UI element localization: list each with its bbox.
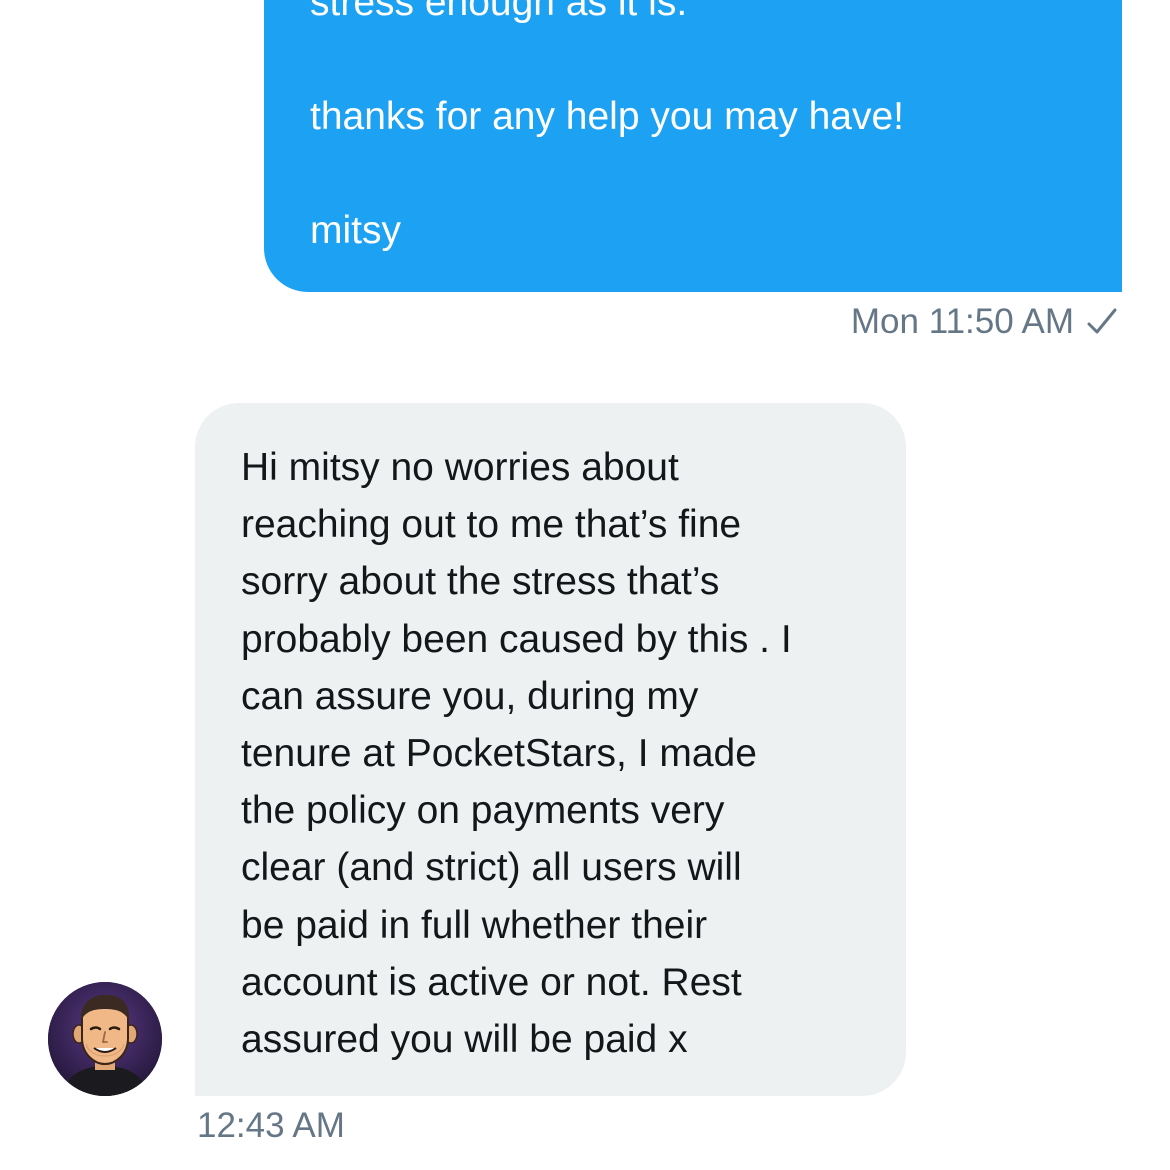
received-message-bubble[interactable]: Hi mitsy no worries about reaching out t… xyxy=(195,403,906,1096)
received-message-line: account is active or not. Rest xyxy=(241,960,742,1004)
sent-message-clipped-line: stress enough as it is. xyxy=(310,0,688,24)
received-message-line: reaching out to me that’s fine xyxy=(241,503,742,547)
received-message-line: assured you will be paid x xyxy=(241,1017,688,1061)
sent-message-thanks-line: thanks for any help you may have! xyxy=(310,95,905,138)
received-message-line: Hi mitsy no worries about xyxy=(241,446,679,489)
sent-message-signature: mitsy xyxy=(310,209,401,252)
checkmark-icon xyxy=(1086,306,1118,338)
received-message-line: be paid in full whether their xyxy=(241,903,708,947)
received-message-line: tenure at PocketStars, I made xyxy=(241,731,757,775)
sent-message-bubble[interactable]: stress enough as it is. thanks for any h… xyxy=(264,0,1122,292)
sender-avatar[interactable] xyxy=(48,982,162,1096)
sent-message-timestamp: Mon 11:50 AM xyxy=(850,302,1074,341)
sent-message-meta: Mon 11:50 AM xyxy=(851,300,1118,344)
received-message-line: sorry about the stress that’s xyxy=(241,560,720,604)
received-message-timestamp: 12:43 AM xyxy=(197,1106,345,1145)
cartoon-avatar-icon xyxy=(48,982,162,1096)
received-message-line: probably been caused by this . I xyxy=(241,617,792,661)
received-message-line: clear (and strict) all users will xyxy=(241,846,742,890)
received-message-line: can assure you, during my xyxy=(241,674,699,718)
received-message-line: the policy on payments very xyxy=(241,789,725,833)
dm-conversation: stress enough as it is. thanks for any h… xyxy=(0,0,1170,1170)
